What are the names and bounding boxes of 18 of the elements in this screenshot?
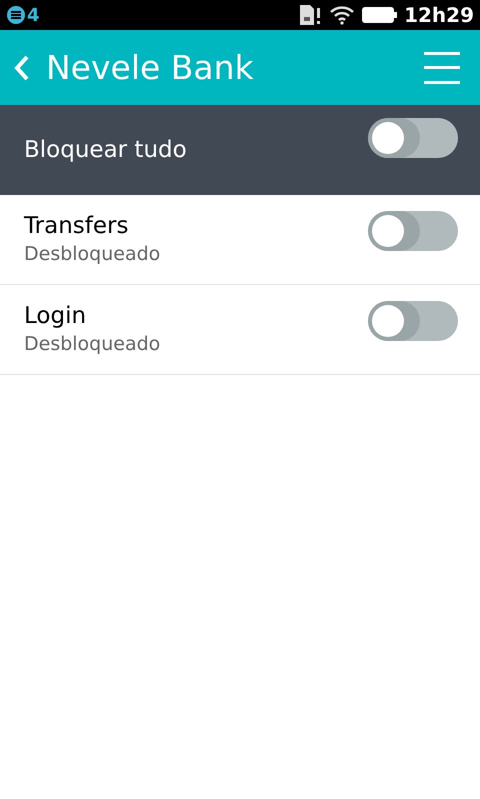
sim-alert-icon xyxy=(298,4,322,26)
item-status: Desbloqueado xyxy=(24,242,162,267)
notification-icon xyxy=(6,5,26,25)
item-title: Login xyxy=(24,302,88,331)
wifi-icon xyxy=(330,5,354,25)
back-icon xyxy=(14,54,30,80)
header-title: Nevele Bank xyxy=(46,46,255,89)
toggle-switch[interactable] xyxy=(368,118,458,158)
notification-count: 4 xyxy=(27,4,40,28)
menu-icon xyxy=(424,50,460,84)
item-status: Desbloqueado xyxy=(24,332,162,357)
item-title: Transfers xyxy=(24,212,130,241)
clock-time: 12h29 xyxy=(404,2,474,29)
battery-icon xyxy=(362,7,398,23)
block-all-label: Bloquear tudo xyxy=(24,136,188,165)
toggle-switch[interactable] xyxy=(368,301,458,341)
toggle-switch[interactable] xyxy=(368,211,458,251)
menu-button[interactable] xyxy=(424,50,460,84)
